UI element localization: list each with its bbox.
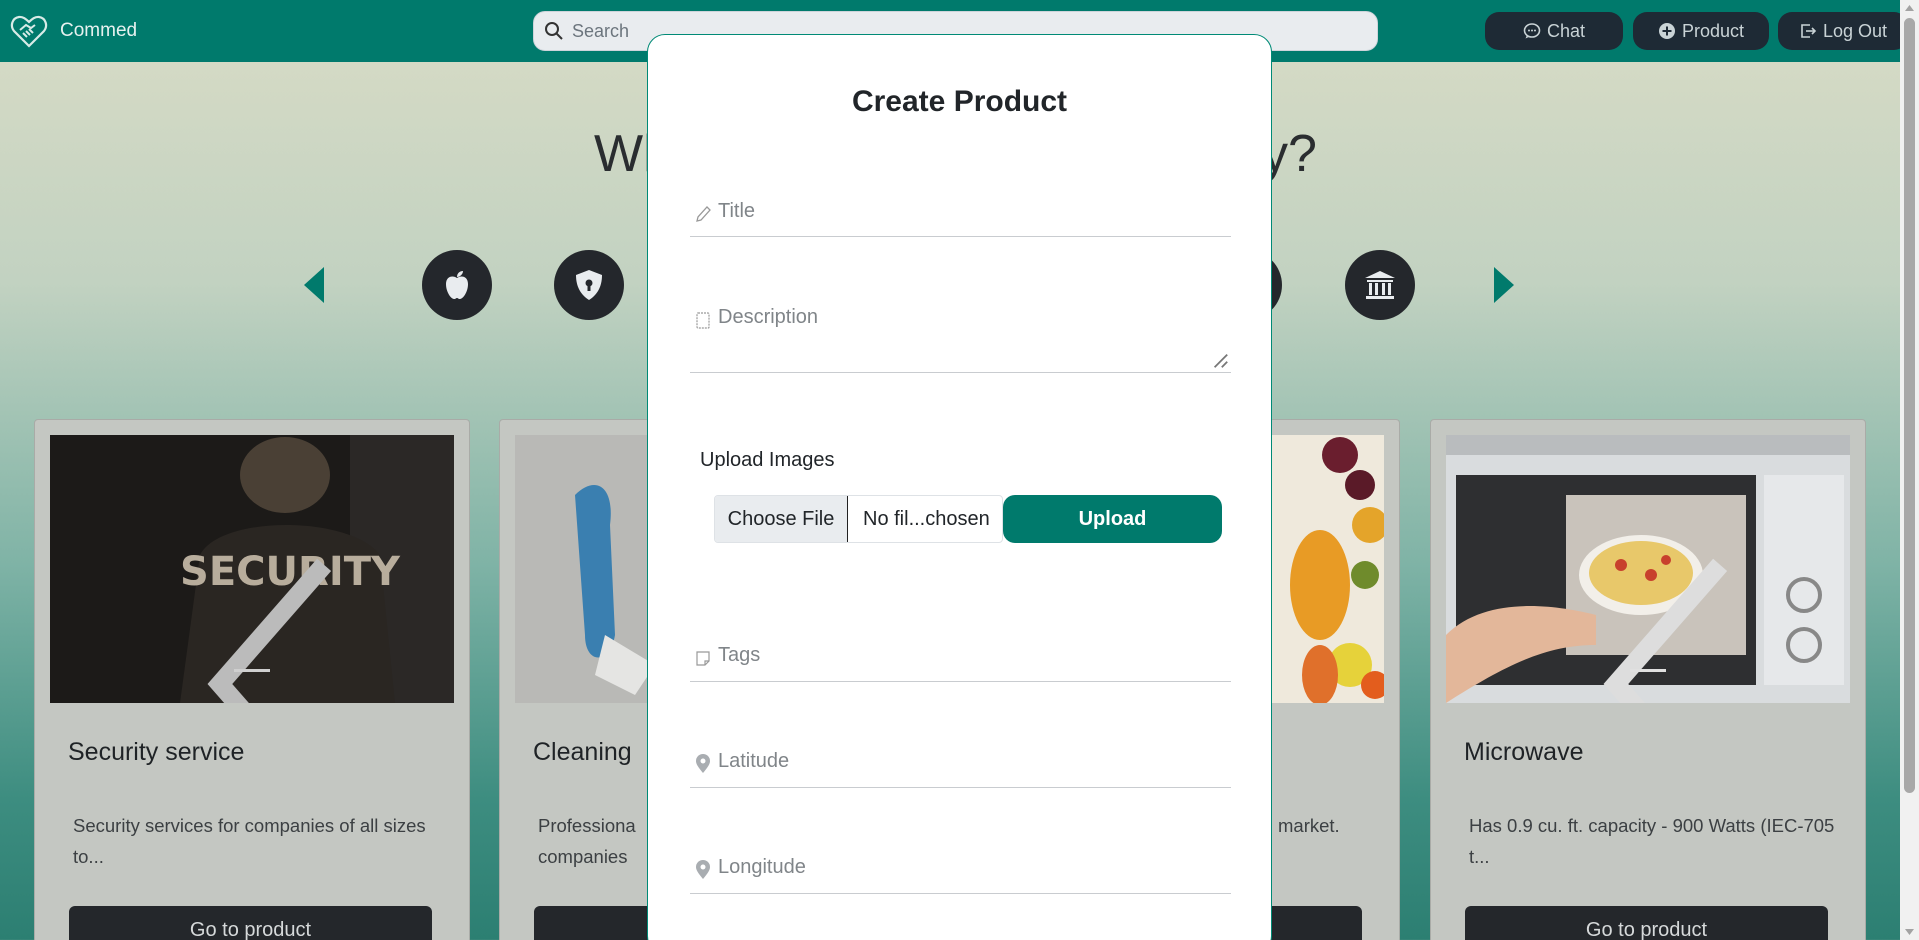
card-image-carousel[interactable]: SECURITY [50, 435, 454, 703]
latitude-field[interactable] [690, 750, 1231, 788]
map-pin-icon [696, 860, 710, 879]
product-card: Microwave Has 0.9 cu. ft. capacity - 900… [1430, 419, 1866, 940]
carousel-next-icon[interactable] [1810, 550, 1850, 703]
shield-lock-icon [576, 270, 602, 300]
file-name-text: No fil...chosen [863, 507, 990, 530]
map-pin-icon [696, 754, 710, 773]
upload-images-label: Upload Images [700, 449, 835, 471]
card-image-carousel[interactable] [1446, 435, 1850, 703]
category-bank[interactable] [1345, 250, 1415, 320]
product-card: SECURITY Security service Security servi… [34, 419, 470, 940]
choose-file-button[interactable]: Choose File [715, 496, 848, 542]
search-icon [545, 22, 563, 40]
card-description: Has 0.9 cu. ft. capacity - 900 Watts (IE… [1469, 815, 1835, 867]
category-security[interactable] [554, 250, 624, 320]
category-next-arrow-icon[interactable] [1492, 265, 1518, 305]
go-to-product-button[interactable]: Go to product [69, 906, 432, 940]
brand[interactable]: Commed [10, 13, 137, 49]
bank-icon [1365, 271, 1395, 299]
notepad-icon [696, 312, 710, 329]
category-prev-arrow-icon[interactable] [300, 265, 326, 305]
card-title: Cleaning [533, 738, 632, 766]
chat-button-label: Chat [1546, 20, 1586, 41]
modal-title: Create Product [851, 85, 1068, 118]
logout-button[interactable]: Log Out [1778, 12, 1908, 50]
plus-circle-icon [1658, 23, 1675, 39]
card-description: Professiona companies [538, 815, 636, 867]
brand-name: Commed [60, 20, 138, 41]
longitude-field[interactable] [690, 856, 1231, 894]
card-description: Security services for companies of all s… [73, 815, 426, 867]
tags-field[interactable] [690, 644, 1231, 682]
carousel-prev-icon[interactable] [1466, 550, 1850, 703]
page-scrollbar[interactable] [1900, 0, 1919, 940]
pencil-icon [696, 206, 711, 222]
product-button[interactable]: Product [1633, 12, 1769, 50]
logout-icon [1801, 24, 1817, 38]
carousel-next-icon[interactable] [1344, 550, 1384, 703]
scroll-down-arrow-icon[interactable] [1904, 927, 1915, 937]
sticky-note-icon [696, 651, 710, 666]
scrollbar-thumb[interactable] [1904, 18, 1915, 793]
resize-handle-icon[interactable] [1211, 350, 1229, 370]
latitude-input[interactable] [718, 750, 1218, 773]
chat-button[interactable]: Chat [1485, 12, 1623, 50]
carousel-prev-icon[interactable] [70, 550, 454, 703]
chat-bubble-icon [1523, 23, 1541, 39]
card-title: Security service [68, 738, 245, 766]
description-field[interactable] [690, 306, 1231, 373]
title-input[interactable] [718, 200, 1218, 223]
category-apple[interactable] [422, 250, 492, 320]
carousel-next-icon[interactable] [414, 550, 454, 703]
file-input[interactable]: Choose File No fil...chosen [714, 495, 1003, 543]
carousel-indicator[interactable] [234, 669, 270, 672]
logout-button-label: Log Out [1822, 20, 1888, 41]
product-button-label: Product [1681, 20, 1745, 41]
upload-button[interactable]: Upload [1003, 495, 1222, 543]
carousel-indicator[interactable] [1630, 669, 1666, 672]
card-title: Microwave [1464, 738, 1584, 766]
longitude-input[interactable] [718, 856, 1218, 879]
description-textarea[interactable] [718, 306, 1218, 366]
go-to-product-button[interactable]: Go to product [1465, 906, 1828, 940]
apple-icon [446, 271, 468, 299]
title-field[interactable] [690, 200, 1231, 237]
tags-input[interactable] [718, 644, 1218, 667]
handshake-heart-logo-icon [10, 15, 48, 48]
scroll-up-arrow-icon[interactable] [1904, 3, 1915, 13]
create-product-modal: Create Product Upload Images Choose File… [647, 34, 1272, 940]
